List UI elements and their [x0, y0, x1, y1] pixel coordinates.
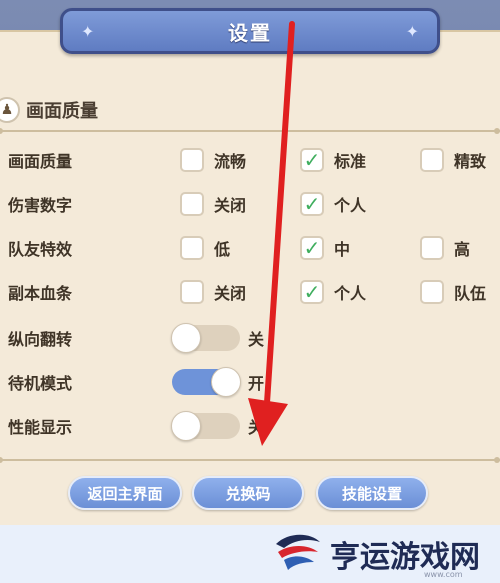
option-medium[interactable]: ✓ 中 — [300, 236, 350, 260]
checkbox[interactable] — [180, 148, 204, 172]
checkbox[interactable] — [180, 192, 204, 216]
checkbox-checked[interactable]: ✓ — [300, 236, 324, 260]
quality-icon: ♟ — [0, 97, 20, 123]
option-fine[interactable]: 精致 — [420, 148, 486, 172]
option-label: 低 — [214, 240, 231, 259]
option-smooth[interactable]: 流畅 — [180, 148, 246, 172]
divider — [0, 130, 500, 132]
setting-row-vertical-flip: 纵向翻转 关 — [0, 322, 500, 354]
toggle-state-label: 开 — [248, 374, 265, 393]
section-title: 画面质量 — [26, 101, 98, 122]
option-label: 精致 — [454, 152, 487, 171]
performance-display-toggle[interactable] — [171, 411, 240, 441]
row-label: 副本血条 — [8, 284, 73, 303]
option-label: 中 — [334, 240, 351, 259]
option-high[interactable]: 高 — [420, 236, 470, 260]
setting-row-performance-display: 性能显示 关 — [0, 410, 500, 442]
option-label: 个人 — [334, 196, 367, 215]
option-label: 流畅 — [214, 152, 247, 171]
option-label: 个人 — [334, 284, 367, 303]
toggle-knob[interactable] — [171, 323, 201, 353]
divider-dot — [494, 457, 500, 463]
row-label: 伤害数字 — [8, 196, 73, 215]
option-off[interactable]: 关闭 — [180, 192, 246, 216]
row-label: 纵向翻转 — [8, 330, 73, 349]
checkbox-checked[interactable]: ✓ — [300, 192, 324, 216]
option-label: 高 — [454, 240, 471, 259]
redeem-code-button[interactable]: 兑换码 — [192, 476, 304, 510]
option-personal[interactable]: ✓ 个人 — [300, 280, 366, 304]
row-label: 队友特效 — [8, 240, 73, 259]
option-label: 标准 — [334, 152, 367, 171]
divider-dot — [494, 128, 500, 134]
return-main-button[interactable]: 返回主界面 — [68, 476, 182, 510]
watermark-url: www.com — [424, 570, 463, 579]
row-label: 性能显示 — [8, 418, 73, 437]
checkbox-checked[interactable]: ✓ — [300, 280, 324, 304]
title-bar: ✦ 设置 ✦ — [60, 8, 440, 54]
option-label: 关闭 — [214, 196, 247, 215]
star-decoration-icon: ✦ — [405, 22, 419, 41]
checkbox[interactable] — [180, 236, 204, 260]
option-standard[interactable]: ✓ 标准 — [300, 148, 366, 172]
standby-mode-toggle[interactable] — [172, 367, 241, 397]
checkbox[interactable] — [420, 148, 444, 172]
watermark-logo-icon — [276, 534, 320, 570]
option-label: 关闭 — [214, 284, 247, 303]
vertical-flip-toggle[interactable] — [171, 323, 240, 353]
setting-row-standby-mode: 待机模式 开 — [0, 366, 500, 398]
checkbox[interactable] — [420, 280, 444, 304]
setting-row-teammate-effects: 队友特效 低 ✓ 中 高 — [0, 232, 500, 264]
checkbox[interactable] — [180, 280, 204, 304]
section-header: ♟ 画面质量 — [0, 94, 500, 126]
toggle-state-label: 关 — [248, 330, 265, 349]
skill-settings-button[interactable]: 技能设置 — [316, 476, 428, 510]
row-label: 待机模式 — [8, 374, 73, 393]
row-label: 画面质量 — [8, 152, 73, 171]
toggle-knob[interactable] — [211, 367, 241, 397]
option-off[interactable]: 关闭 — [180, 280, 246, 304]
toggle-knob[interactable] — [171, 411, 201, 441]
checkbox-checked[interactable]: ✓ — [300, 148, 324, 172]
option-personal[interactable]: ✓ 个人 — [300, 192, 366, 216]
divider — [0, 459, 500, 461]
option-label: 队伍 — [454, 284, 487, 303]
setting-row-quality: 画面质量 流畅 ✓ 标准 精致 — [0, 144, 500, 176]
star-decoration-icon: ✦ — [81, 22, 95, 41]
option-team[interactable]: 队伍 — [420, 280, 486, 304]
setting-row-damage-numbers: 伤害数字 关闭 ✓ 个人 — [0, 188, 500, 220]
toggle-state-label: 关 — [248, 418, 265, 437]
setting-row-dungeon-health: 副本血条 关闭 ✓ 个人 队伍 — [0, 276, 500, 308]
checkbox[interactable] — [420, 236, 444, 260]
option-low[interactable]: 低 — [180, 236, 230, 260]
page-title: 设置 — [228, 20, 272, 45]
